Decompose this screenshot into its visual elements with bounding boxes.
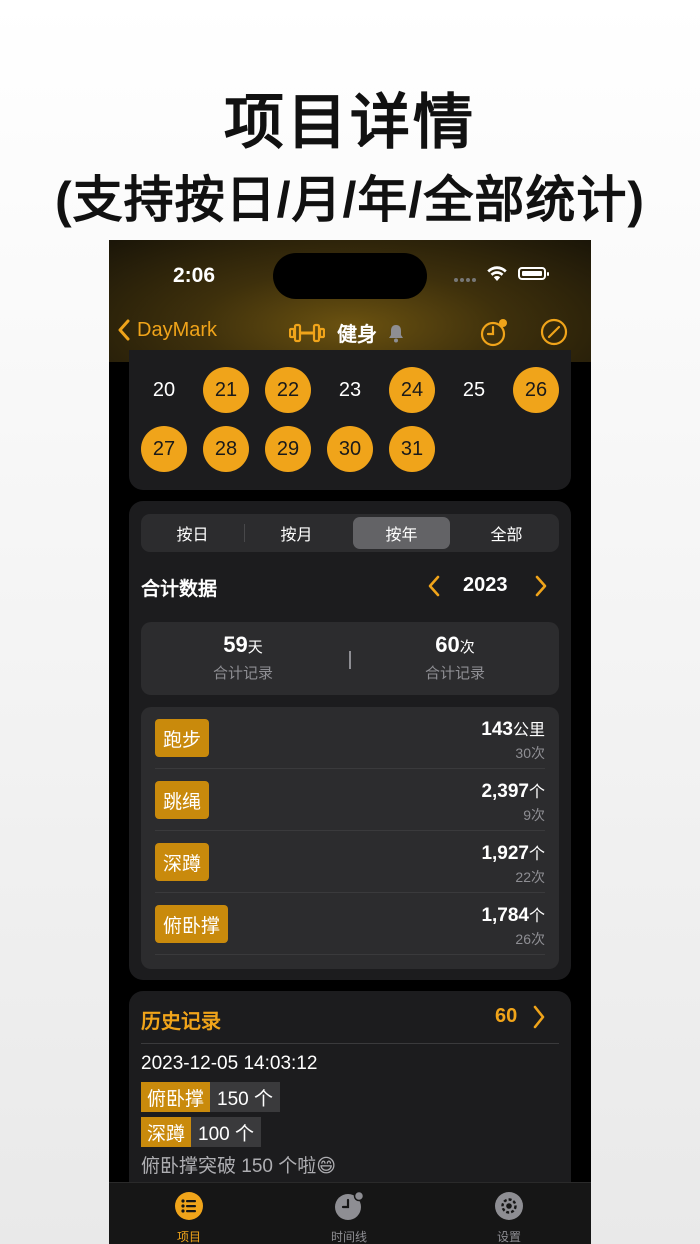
list-item[interactable]: 深蹲 1,927个 22次 bbox=[141, 831, 559, 893]
history-datetime: 2023-12-05 14:03:12 bbox=[141, 1053, 318, 1074]
calendar-day[interactable]: 25 bbox=[451, 367, 497, 413]
back-button[interactable]: DayMark bbox=[117, 318, 217, 342]
history-chip: 俯卧撑 150 个 bbox=[141, 1082, 280, 1112]
calendar-day[interactable]: 26 bbox=[513, 367, 559, 413]
total-count-value: 60 bbox=[435, 632, 460, 657]
item-tag: 跑步 bbox=[155, 719, 210, 757]
total-days-label: 合计记录 bbox=[212, 665, 273, 682]
chip-name: 俯卧撑 bbox=[141, 1082, 211, 1112]
year-label: 2023 bbox=[463, 574, 508, 596]
chip-name: 深蹲 bbox=[141, 1117, 192, 1147]
total-days: 59天 合计记录 bbox=[153, 632, 333, 683]
segment-year[interactable]: 按年 bbox=[353, 517, 450, 549]
history-chip: 深蹲 100 个 bbox=[141, 1117, 261, 1147]
calendar-day[interactable]: 20 bbox=[141, 367, 187, 413]
back-label: DayMark bbox=[137, 318, 218, 341]
item-tag: 俯卧撑 bbox=[155, 905, 229, 943]
item-times: 9次 bbox=[523, 807, 545, 823]
history-title[interactable]: 历史记录 bbox=[141, 1005, 221, 1034]
signal-dots-icon bbox=[454, 278, 480, 282]
item-times: 22次 bbox=[515, 869, 545, 885]
chevron-left-icon[interactable] bbox=[427, 574, 441, 598]
item-tag: 跳绳 bbox=[155, 781, 210, 819]
item-times: 30次 bbox=[515, 745, 545, 761]
timeline-clock-icon bbox=[335, 1190, 365, 1220]
nav-title-group: 健身 bbox=[289, 318, 405, 347]
total-days-value: 59 bbox=[223, 632, 248, 657]
totals-divider bbox=[349, 651, 351, 669]
calendar-day[interactable]: 23 bbox=[327, 367, 373, 413]
total-days-unit: 天 bbox=[247, 639, 263, 656]
item-value: 2,397个 bbox=[481, 781, 545, 802]
list-item[interactable]: 跑步 143公里 30次 bbox=[141, 707, 559, 769]
tab-bar: 项目 时间线 设置 bbox=[109, 1182, 591, 1244]
phone-screen: 2:06 DayMark 健身 20 21 22 23 24 25 26 27 … bbox=[109, 240, 591, 1244]
status-time: 2:06 bbox=[173, 264, 216, 287]
calendar-day[interactable]: 21 bbox=[203, 367, 249, 413]
calendar-day[interactable]: 28 bbox=[203, 426, 249, 472]
item-value: 1,927个 bbox=[481, 843, 545, 864]
list-item[interactable]: 俯卧撑 1,784个 26次 bbox=[141, 893, 559, 955]
bell-icon[interactable] bbox=[387, 323, 405, 343]
pencil-icon[interactable] bbox=[540, 318, 568, 346]
calendar-day[interactable]: 22 bbox=[265, 367, 311, 413]
item-stats-list: 跑步 143公里 30次 跳绳 2,397个 9次 深蹲 1,927个 22次 … bbox=[141, 707, 559, 969]
total-count-unit: 次 bbox=[459, 639, 475, 656]
dynamic-island bbox=[273, 253, 427, 299]
tab-label: 设置 bbox=[496, 1230, 521, 1244]
calendar-day[interactable]: 30 bbox=[327, 426, 373, 472]
item-times: 26次 bbox=[515, 931, 545, 947]
tab-timeline[interactable]: 时间线 bbox=[309, 1190, 389, 1244]
chevron-right-icon[interactable] bbox=[532, 1004, 546, 1030]
segment-all[interactable]: 全部 bbox=[458, 517, 555, 549]
calendar-day[interactable]: 27 bbox=[141, 426, 187, 472]
total-count-label: 合计记录 bbox=[424, 665, 485, 682]
segment-month[interactable]: 按月 bbox=[248, 517, 345, 549]
promo-subtitle: (支持按日/月/年/全部统计) bbox=[55, 172, 645, 228]
segment-divider bbox=[244, 524, 245, 542]
promo-title: 项目详情 bbox=[224, 89, 476, 156]
chevron-right-icon[interactable] bbox=[534, 574, 548, 598]
item-value: 1,784个 bbox=[481, 905, 545, 926]
calendar-day[interactable]: 31 bbox=[389, 426, 435, 472]
battery-icon bbox=[518, 267, 549, 280]
totals-panel: 59天 合计记录 60次 合计记录 bbox=[141, 622, 559, 695]
list-icon bbox=[175, 1192, 203, 1220]
item-tag: 深蹲 bbox=[155, 843, 210, 881]
calendar-card: 20 21 22 23 24 25 26 27 28 29 30 31 bbox=[129, 350, 571, 490]
period-segmented-control: 按日 按月 按年 全部 bbox=[141, 514, 559, 552]
chip-value: 100 个 bbox=[191, 1117, 261, 1147]
clock-icon[interactable] bbox=[479, 318, 509, 348]
tab-settings[interactable]: 设置 bbox=[469, 1191, 549, 1244]
tab-projects[interactable]: 项目 bbox=[149, 1191, 229, 1244]
summary-title: 合计数据 bbox=[141, 579, 218, 600]
item-value: 143公里 bbox=[481, 719, 545, 740]
tab-label: 项目 bbox=[176, 1230, 201, 1244]
calendar-day[interactable]: 29 bbox=[265, 426, 311, 472]
history-count[interactable]: 60 bbox=[495, 1005, 517, 1028]
dumbbell-icon bbox=[289, 323, 325, 342]
history-note: 俯卧撑突破 150 个啦😄 bbox=[141, 1156, 337, 1177]
page-title: 健身 bbox=[337, 324, 377, 346]
row-divider bbox=[155, 954, 545, 955]
history-divider bbox=[141, 1043, 559, 1044]
chevron-left-icon bbox=[118, 319, 130, 341]
tab-label: 时间线 bbox=[330, 1230, 367, 1244]
chip-value: 150 个 bbox=[210, 1082, 280, 1112]
total-count: 60次 合计记录 bbox=[365, 632, 545, 683]
stats-card: 按日 按月 按年 全部 合计数据 2023 59天 合计记录 60次 合计记录 … bbox=[129, 501, 571, 980]
list-item[interactable]: 跳绳 2,397个 9次 bbox=[141, 769, 559, 831]
segment-day[interactable]: 按日 bbox=[144, 517, 241, 549]
gear-icon bbox=[495, 1192, 523, 1220]
calendar-day[interactable]: 24 bbox=[389, 367, 435, 413]
wifi-icon bbox=[485, 264, 509, 287]
